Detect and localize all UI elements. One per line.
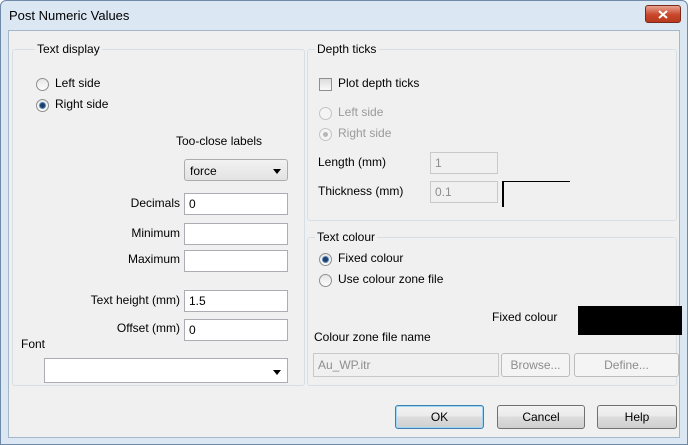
text-height-input[interactable]: 1.5 <box>184 290 288 312</box>
depth-ticks-legend: Depth ticks <box>315 42 379 56</box>
minimum-label: Minimum <box>131 226 180 240</box>
fixed-colour-radio[interactable] <box>319 253 332 266</box>
too-close-labels-value: force <box>190 164 217 178</box>
offset-input[interactable]: 0 <box>184 319 288 341</box>
ticks-right-side-label[interactable]: Right side <box>338 126 391 140</box>
thickness-label: Thickness (mm) <box>318 184 404 198</box>
close-button[interactable] <box>645 5 681 23</box>
dialog-window: Post Numeric Values Text display Left si… <box>0 0 688 445</box>
maximum-input[interactable] <box>184 250 288 272</box>
dialog-body: Text display Left side Right side Too-cl… <box>8 30 682 438</box>
text-left-side-radio[interactable] <box>36 78 49 91</box>
browse-button[interactable]: Browse... <box>501 353 570 377</box>
text-colour-legend: Text colour <box>315 230 378 244</box>
thickness-input[interactable]: 0.1 <box>430 181 498 203</box>
length-input[interactable]: 1 <box>430 152 498 174</box>
cancel-button[interactable]: Cancel <box>497 405 585 429</box>
colour-zone-file-name-label: Colour zone file name <box>314 330 431 344</box>
plot-depth-ticks-checkbox[interactable] <box>319 78 332 91</box>
close-icon <box>658 9 668 19</box>
length-label: Length (mm) <box>318 155 387 169</box>
ticks-left-side-label[interactable]: Left side <box>338 105 383 119</box>
ticks-right-side-radio[interactable] <box>319 128 332 141</box>
text-left-side-label[interactable]: Left side <box>55 76 100 90</box>
offset-label: Offset (mm) <box>116 321 180 335</box>
fixed-colour-label: Fixed colour <box>492 310 558 324</box>
title-bar: Post Numeric Values <box>1 1 687 30</box>
plot-depth-ticks-label[interactable]: Plot depth ticks <box>338 76 419 90</box>
font-select[interactable] <box>44 358 288 383</box>
text-right-side-radio[interactable] <box>36 99 49 112</box>
window-title: Post Numeric Values <box>9 8 130 23</box>
colour-zone-file-radio[interactable] <box>319 274 332 287</box>
text-height-label: Text height (mm) <box>90 293 180 307</box>
colour-zone-file-input[interactable]: Au_WP.itr <box>313 353 499 377</box>
fixed-colour-radio-label[interactable]: Fixed colour <box>338 251 403 265</box>
decimals-label: Decimals <box>130 196 180 210</box>
text-right-side-label[interactable]: Right side <box>55 97 108 111</box>
text-display-legend: Text display <box>35 42 102 56</box>
chevron-down-icon <box>273 370 281 375</box>
too-close-labels-select[interactable]: force <box>184 159 288 181</box>
thickness-preview <box>502 181 570 207</box>
fixed-colour-swatch[interactable] <box>578 306 682 335</box>
too-close-labels-label: Too-close labels <box>176 134 263 148</box>
maximum-label: Maximum <box>127 252 180 266</box>
help-button[interactable]: Help <box>597 405 677 429</box>
colour-zone-file-radio-label[interactable]: Use colour zone file <box>338 272 443 286</box>
ticks-left-side-radio[interactable] <box>319 107 332 120</box>
ok-button[interactable]: OK <box>395 405 484 429</box>
minimum-input[interactable] <box>184 223 288 245</box>
chevron-down-icon <box>273 169 281 174</box>
font-label: Font <box>21 337 46 351</box>
decimals-input[interactable]: 0 <box>184 193 288 215</box>
define-button[interactable]: Define... <box>574 353 679 377</box>
